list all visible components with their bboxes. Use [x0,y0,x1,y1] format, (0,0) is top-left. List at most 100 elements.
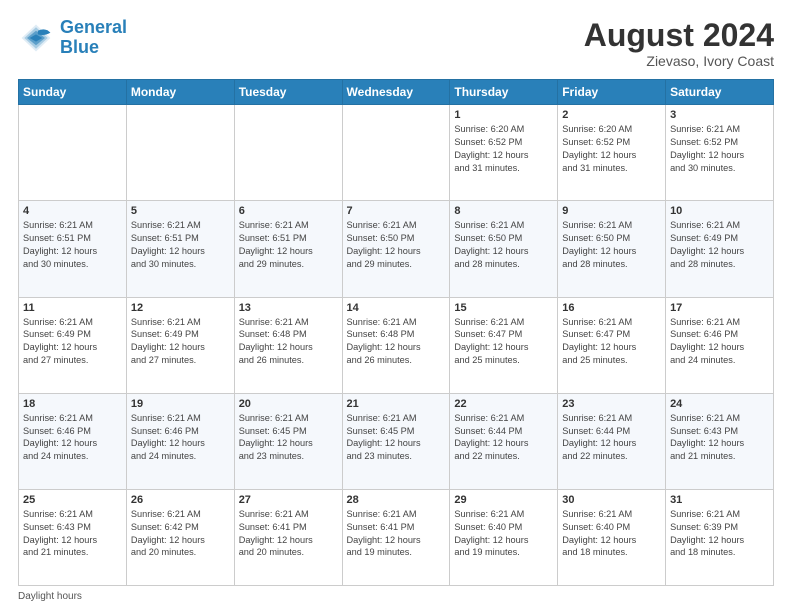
calendar-day-header: Wednesday [342,80,450,105]
calendar-day-cell: 15Sunrise: 6:21 AM Sunset: 6:47 PM Dayli… [450,297,558,393]
calendar-day-cell: 28 Sunrise: 6:21 AM Sunset: 6:41 PM Dayli… [342,489,450,585]
logo-text: General Blue [60,18,127,58]
calendar-day-header: Saturday [666,80,774,105]
title-block: August 2024 Zievaso, Ivory Coast [584,18,774,69]
calendar-week-row: 25 Sunrise: 6:21 AM Sunset: 6:43 PM Dayli… [19,489,774,585]
calendar-day-cell: 24 Sunrise: 6:21 AM Sunset: 6:43 PM Dayli… [666,393,774,489]
day-number: 19 [131,398,230,410]
calendar-day-cell: 31Sunrise: 6:21 AM Sunset: 6:39 PM Dayli… [666,489,774,585]
calendar-week-row: 1 Sunrise: 6:20 AM Sunset: 6:52 PM Daylig… [19,105,774,201]
day-number: 23 [562,398,661,410]
day-number: 25 [23,494,122,506]
day-info: Sunrise: 6:21 AM Sunset: 6:42 PM Dayligh… [131,508,230,560]
day-info: Sunrise: 6:21 AM Sunset: 6:47 PM Dayligh… [562,316,661,368]
calendar-day-cell: 3 Sunrise: 6:21 AM Sunset: 6:52 PM Daylig… [666,105,774,201]
logo: General Blue [18,18,127,58]
day-info: Sunrise: 6:21 AM Sunset: 6:52 PM Dayligh… [670,123,769,175]
logo-icon [18,20,54,56]
day-number: 10 [670,205,769,217]
day-number: 18 [23,398,122,410]
day-number: 1 [454,109,553,121]
calendar-day-header: Tuesday [234,80,342,105]
calendar-day-cell: 18 Sunrise: 6:21 AM Sunset: 6:46 PM Dayli… [19,393,127,489]
day-number: 3 [670,109,769,121]
day-info: Sunrise: 6:21 AM Sunset: 6:45 PM Dayligh… [347,412,446,464]
day-info: Sunrise: 6:21 AM Sunset: 6:40 PM Dayligh… [562,508,661,560]
day-info: Sunrise: 6:21 AM Sunset: 6:40 PM Dayligh… [454,508,553,560]
day-number: 26 [131,494,230,506]
day-info: Sunrise: 6:21 AM Sunset: 6:46 PM Dayligh… [23,412,122,464]
calendar-day-cell: 14 Sunrise: 6:21 AM Sunset: 6:48 PM Dayli… [342,297,450,393]
calendar-day-cell: 27Sunrise: 6:21 AM Sunset: 6:41 PM Dayli… [234,489,342,585]
day-number: 8 [454,205,553,217]
day-number: 14 [347,302,446,314]
calendar-day-header: Thursday [450,80,558,105]
calendar-day-cell: 25 Sunrise: 6:21 AM Sunset: 6:43 PM Dayli… [19,489,127,585]
day-info: Sunrise: 6:21 AM Sunset: 6:41 PM Dayligh… [347,508,446,560]
day-number: 22 [454,398,553,410]
day-info: Sunrise: 6:21 AM Sunset: 6:47 PM Dayligh… [454,316,553,368]
calendar-day-cell: 19Sunrise: 6:21 AM Sunset: 6:46 PM Dayli… [126,393,234,489]
day-info: Sunrise: 6:21 AM Sunset: 6:50 PM Dayligh… [562,219,661,271]
day-number: 31 [670,494,769,506]
day-info: Sunrise: 6:21 AM Sunset: 6:43 PM Dayligh… [670,412,769,464]
calendar-day-cell: 11 Sunrise: 6:21 AM Sunset: 6:49 PM Dayli… [19,297,127,393]
day-number: 7 [347,205,446,217]
day-number: 29 [454,494,553,506]
day-info: Sunrise: 6:20 AM Sunset: 6:52 PM Dayligh… [562,123,661,175]
day-info: Sunrise: 6:21 AM Sunset: 6:43 PM Dayligh… [23,508,122,560]
calendar-day-cell: 5Sunrise: 6:21 AM Sunset: 6:51 PM Daylig… [126,201,234,297]
day-info: Sunrise: 6:21 AM Sunset: 6:48 PM Dayligh… [347,316,446,368]
day-number: 30 [562,494,661,506]
calendar-day-cell: 17 Sunrise: 6:21 AM Sunset: 6:46 PM Dayli… [666,297,774,393]
day-number: 12 [131,302,230,314]
calendar-day-cell: 20 Sunrise: 6:21 AM Sunset: 6:45 PM Dayli… [234,393,342,489]
day-number: 2 [562,109,661,121]
calendar-week-row: 11 Sunrise: 6:21 AM Sunset: 6:49 PM Dayli… [19,297,774,393]
calendar-day-cell: 26 Sunrise: 6:21 AM Sunset: 6:42 PM Dayli… [126,489,234,585]
day-number: 21 [347,398,446,410]
day-info: Sunrise: 6:21 AM Sunset: 6:41 PM Dayligh… [239,508,338,560]
calendar-day-cell: 22Sunrise: 6:21 AM Sunset: 6:44 PM Dayli… [450,393,558,489]
calendar-day-cell: 4Sunrise: 6:21 AM Sunset: 6:51 PM Daylig… [19,201,127,297]
calendar-day-cell: 9 Sunrise: 6:21 AM Sunset: 6:50 PM Daylig… [558,201,666,297]
calendar-day-header: Sunday [19,80,127,105]
day-number: 24 [670,398,769,410]
day-info: Sunrise: 6:21 AM Sunset: 6:48 PM Dayligh… [239,316,338,368]
day-number: 9 [562,205,661,217]
calendar-week-row: 18 Sunrise: 6:21 AM Sunset: 6:46 PM Dayli… [19,393,774,489]
day-info: Sunrise: 6:21 AM Sunset: 6:49 PM Dayligh… [131,316,230,368]
day-number: 20 [239,398,338,410]
day-number: 17 [670,302,769,314]
calendar-day-cell: 7Sunrise: 6:21 AM Sunset: 6:50 PM Daylig… [342,201,450,297]
calendar-week-row: 4Sunrise: 6:21 AM Sunset: 6:51 PM Daylig… [19,201,774,297]
day-info: Sunrise: 6:21 AM Sunset: 6:51 PM Dayligh… [23,219,122,271]
calendar-day-cell [342,105,450,201]
calendar-day-cell: 1Sunrise: 6:20 AM Sunset: 6:52 PM Daylig… [450,105,558,201]
day-info: Sunrise: 6:21 AM Sunset: 6:46 PM Dayligh… [670,316,769,368]
month-title: August 2024 [584,18,774,53]
calendar-day-cell: 10Sunrise: 6:21 AM Sunset: 6:49 PM Dayli… [666,201,774,297]
calendar-day-cell: 13 Sunrise: 6:21 AM Sunset: 6:48 PM Dayli… [234,297,342,393]
calendar-header-row: SundayMondayTuesdayWednesdayThursdayFrid… [19,80,774,105]
calendar-day-header: Friday [558,80,666,105]
calendar-day-cell: 23 Sunrise: 6:21 AM Sunset: 6:44 PM Dayli… [558,393,666,489]
day-number: 16 [562,302,661,314]
calendar-day-cell: 6Sunrise: 6:21 AM Sunset: 6:51 PM Daylig… [234,201,342,297]
logo-line2: Blue [60,37,99,57]
day-info: Sunrise: 6:21 AM Sunset: 6:49 PM Dayligh… [23,316,122,368]
calendar-table: SundayMondayTuesdayWednesdayThursdayFrid… [18,79,774,586]
day-number: 13 [239,302,338,314]
day-number: 11 [23,302,122,314]
calendar-day-cell: 30 Sunrise: 6:21 AM Sunset: 6:40 PM Dayli… [558,489,666,585]
day-info: Sunrise: 6:21 AM Sunset: 6:45 PM Dayligh… [239,412,338,464]
day-number: 28 [347,494,446,506]
day-number: 6 [239,205,338,217]
header: General Blue August 2024 Zievaso, Ivory … [18,18,774,69]
calendar-day-header: Monday [126,80,234,105]
calendar-day-cell [234,105,342,201]
footer-note: Daylight hours [18,591,774,602]
calendar-day-cell: 2 Sunrise: 6:20 AM Sunset: 6:52 PM Daylig… [558,105,666,201]
calendar-day-cell: 16 Sunrise: 6:21 AM Sunset: 6:47 PM Dayli… [558,297,666,393]
day-info: Sunrise: 6:21 AM Sunset: 6:44 PM Dayligh… [562,412,661,464]
